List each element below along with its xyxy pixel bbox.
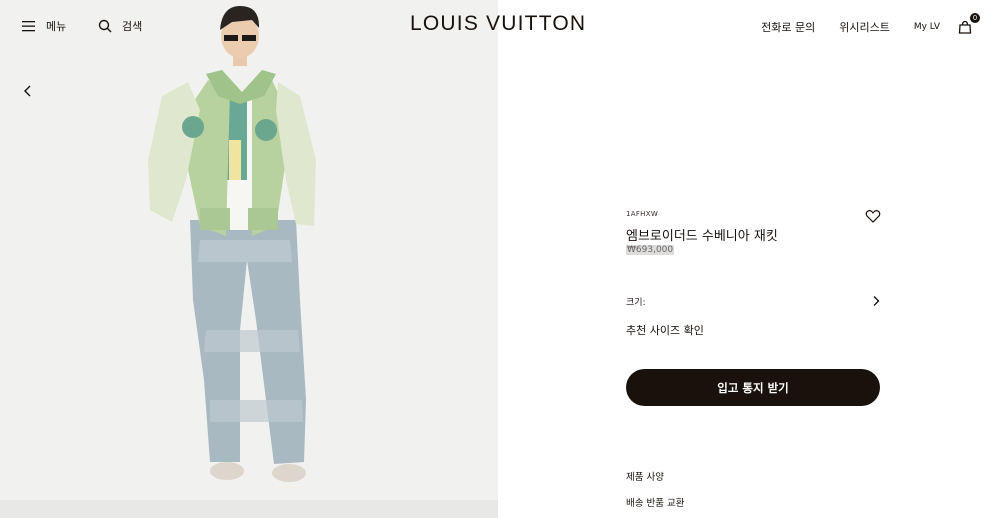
contact-link[interactable]: 전화로 문의 <box>761 19 815 35</box>
chevron-left-icon <box>24 85 31 97</box>
hamburger-menu-icon <box>22 21 35 32</box>
size-label: 크기: <box>626 298 646 308</box>
search-label: 검색 <box>122 20 143 33</box>
product-image-panel <box>0 0 498 518</box>
shopping-bag-button[interactable]: 0 <box>958 13 980 35</box>
brand-logo[interactable]: LOUIS VUITTON <box>410 12 586 36</box>
shipping-returns-link[interactable]: 배송 반품 교환 <box>626 495 684 509</box>
add-to-wishlist-button[interactable] <box>865 208 881 224</box>
notify-restock-button[interactable]: 입고 통지 받기 <box>626 369 880 406</box>
chevron-right-icon <box>873 296 880 306</box>
menu-button[interactable]: 메뉴 <box>22 18 66 34</box>
product-photo <box>148 6 316 482</box>
heart-icon <box>865 210 881 223</box>
product-sku: 1AFHXW <box>626 210 659 218</box>
gallery-previous-button[interactable] <box>20 83 36 99</box>
header-right-nav: 전화로 문의 위시리스트 My LV 0 <box>737 13 980 35</box>
product-specs-link[interactable]: 제품 사양 <box>626 469 664 483</box>
wishlist-link[interactable]: 위시리스트 <box>839 19 890 35</box>
size-selector[interactable]: 크기: <box>626 292 882 310</box>
product-price: ₩693,000 <box>626 245 675 255</box>
shopping-bag-icon <box>958 20 972 34</box>
menu-label: 메뉴 <box>46 20 67 33</box>
floor-shadow <box>0 500 498 518</box>
my-lv-link[interactable]: My LV <box>914 22 940 32</box>
bag-count-badge: 0 <box>970 13 980 23</box>
search-button[interactable]: 검색 <box>98 18 142 34</box>
size-recommendation-link[interactable]: 추천 사이즈 확인 <box>626 322 704 338</box>
site-header: 메뉴 검색 LOUIS VUITTON 전화로 문의 위시리스트 My LV 0 <box>0 0 1000 52</box>
product-name: 엠브로이더드 수베니아 재킷 <box>626 229 778 244</box>
search-icon <box>98 19 112 33</box>
